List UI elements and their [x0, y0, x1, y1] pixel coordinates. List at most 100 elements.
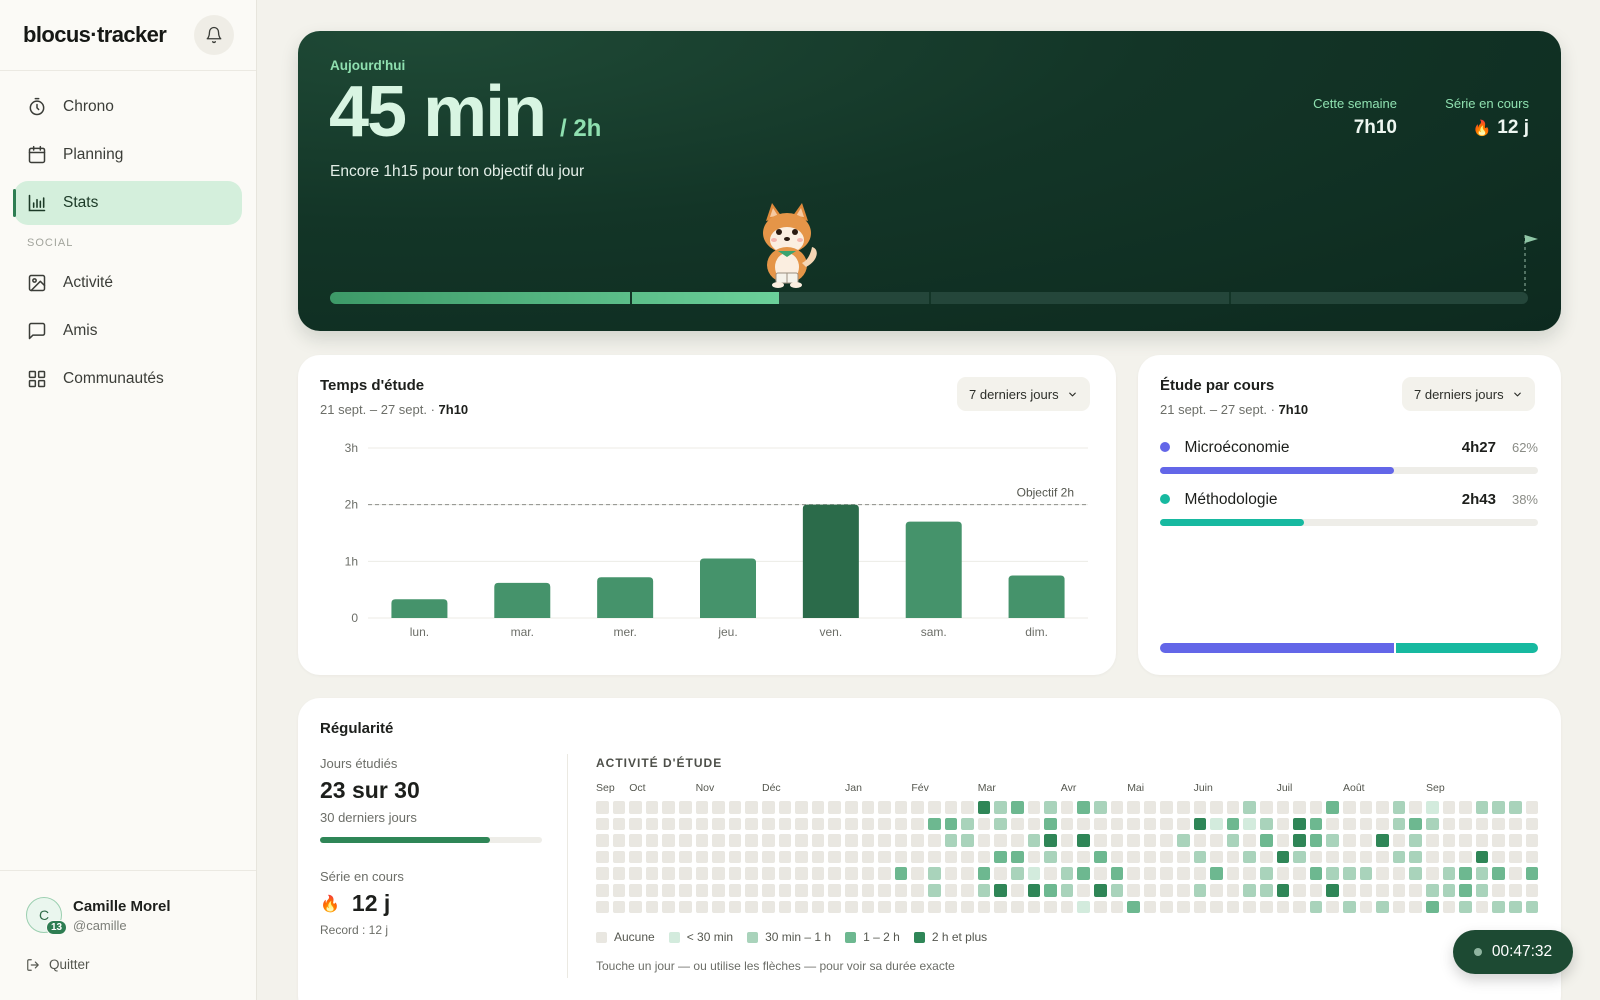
heatmap-day[interactable] — [662, 900, 675, 914]
heatmap-day[interactable] — [728, 801, 742, 814]
heatmap-day[interactable] — [894, 801, 908, 814]
heatmap-day[interactable] — [762, 817, 775, 831]
heatmap-day[interactable] — [1276, 900, 1290, 914]
heatmap-day[interactable] — [1442, 801, 1456, 814]
heatmap-day[interactable] — [1426, 850, 1439, 864]
heatmap-day[interactable] — [795, 884, 808, 897]
heatmap-day[interactable] — [1343, 900, 1356, 914]
heatmap-day[interactable] — [1044, 801, 1057, 814]
heatmap-day[interactable] — [1392, 867, 1406, 880]
heatmap-day[interactable] — [1127, 801, 1140, 814]
heatmap-day[interactable] — [679, 850, 692, 864]
heatmap-day[interactable] — [762, 801, 775, 814]
heatmap-day[interactable] — [1160, 884, 1173, 897]
heatmap-day[interactable] — [1509, 867, 1522, 880]
heatmap-day[interactable] — [1343, 801, 1356, 814]
heatmap-day[interactable] — [1475, 900, 1489, 914]
heatmap-day[interactable] — [1459, 817, 1472, 831]
heatmap-day[interactable] — [662, 884, 675, 897]
heatmap-day[interactable] — [662, 801, 675, 814]
heatmap-day[interactable] — [961, 900, 974, 914]
heatmap-day[interactable] — [762, 867, 775, 880]
heatmap-day[interactable] — [1293, 900, 1306, 914]
heatmap-day[interactable] — [762, 900, 775, 914]
heatmap-day[interactable] — [612, 801, 626, 814]
heatmap-day[interactable] — [712, 850, 725, 864]
heatmap-day[interactable] — [1110, 867, 1124, 880]
heatmap-day[interactable] — [994, 867, 1007, 880]
heatmap-day[interactable] — [861, 900, 875, 914]
heatmap-day[interactable] — [679, 900, 692, 914]
heatmap-day[interactable] — [1426, 900, 1439, 914]
heatmap-day[interactable] — [894, 884, 908, 897]
heatmap-day[interactable] — [1426, 867, 1439, 880]
heatmap-day[interactable] — [1210, 884, 1223, 897]
heatmap-day[interactable] — [1011, 867, 1024, 880]
nav-item-planning[interactable]: Planning — [14, 133, 242, 177]
heatmap-day[interactable] — [1177, 900, 1190, 914]
heatmap-day[interactable] — [645, 817, 659, 831]
heatmap-day[interactable] — [1260, 900, 1273, 914]
heatmap-day[interactable] — [1143, 834, 1157, 847]
heatmap-day[interactable] — [1525, 801, 1539, 814]
heatmap-day[interactable] — [1376, 867, 1389, 880]
heatmap-day[interactable] — [1343, 884, 1356, 897]
heatmap-day[interactable] — [1160, 900, 1173, 914]
heatmap-day[interactable] — [1376, 884, 1389, 897]
heatmap-day[interactable] — [1027, 817, 1041, 831]
heatmap-day[interactable] — [861, 867, 875, 880]
heatmap-day[interactable] — [1094, 817, 1107, 831]
heatmap-day[interactable] — [1243, 900, 1256, 914]
heatmap-day[interactable] — [944, 900, 958, 914]
heatmap-day[interactable] — [1293, 834, 1306, 847]
heatmap-day[interactable] — [961, 850, 974, 864]
heatmap-day[interactable] — [911, 900, 924, 914]
heatmap-day[interactable] — [762, 834, 775, 847]
heatmap-day[interactable] — [1359, 867, 1373, 880]
heatmap-day[interactable] — [1027, 834, 1041, 847]
heatmap-day[interactable] — [861, 817, 875, 831]
heatmap-day[interactable] — [811, 850, 825, 864]
heatmap-day[interactable] — [811, 817, 825, 831]
heatmap-day[interactable] — [1094, 850, 1107, 864]
heatmap-day[interactable] — [977, 884, 991, 897]
heatmap-day[interactable] — [1226, 850, 1240, 864]
heatmap-day[interactable] — [1044, 900, 1057, 914]
nav-item-communautes[interactable]: Communautés — [14, 357, 242, 401]
heatmap-day[interactable] — [662, 834, 675, 847]
heatmap-day[interactable] — [878, 867, 891, 880]
heatmap-day[interactable] — [778, 801, 792, 814]
heatmap-day[interactable] — [1027, 884, 1041, 897]
heatmap-day[interactable] — [878, 817, 891, 831]
heatmap-day[interactable] — [1193, 900, 1207, 914]
heatmap-day[interactable] — [695, 834, 709, 847]
heatmap-day[interactable] — [778, 900, 792, 914]
heatmap-day[interactable] — [1094, 834, 1107, 847]
heatmap-day[interactable] — [828, 801, 841, 814]
heatmap-day[interactable] — [1193, 850, 1207, 864]
heatmap-day[interactable] — [828, 867, 841, 880]
heatmap-day[interactable] — [629, 884, 642, 897]
heatmap-day[interactable] — [1060, 850, 1074, 864]
heatmap-day[interactable] — [1309, 834, 1323, 847]
heatmap-day[interactable] — [1210, 867, 1223, 880]
heatmap-day[interactable] — [1492, 884, 1505, 897]
heatmap-day[interactable] — [679, 834, 692, 847]
heatmap-day[interactable] — [1392, 850, 1406, 864]
heatmap-day[interactable] — [1376, 801, 1389, 814]
heatmap-day[interactable] — [811, 801, 825, 814]
heatmap-day[interactable] — [695, 900, 709, 914]
heatmap-day[interactable] — [1260, 817, 1273, 831]
heatmap-day[interactable] — [612, 884, 626, 897]
heatmap-day[interactable] — [1442, 884, 1456, 897]
heatmap-day[interactable] — [1326, 850, 1339, 864]
heatmap-day[interactable] — [645, 834, 659, 847]
heatmap-day[interactable] — [1177, 834, 1190, 847]
heatmap-day[interactable] — [1143, 801, 1157, 814]
heatmap-day[interactable] — [1160, 850, 1173, 864]
heatmap-day[interactable] — [1077, 900, 1090, 914]
course-row-methodologie[interactable]: Méthodologie 2h43 38% — [1160, 491, 1538, 526]
heatmap-day[interactable] — [1376, 900, 1389, 914]
heatmap-day[interactable] — [1243, 817, 1256, 831]
heatmap-day[interactable] — [712, 817, 725, 831]
